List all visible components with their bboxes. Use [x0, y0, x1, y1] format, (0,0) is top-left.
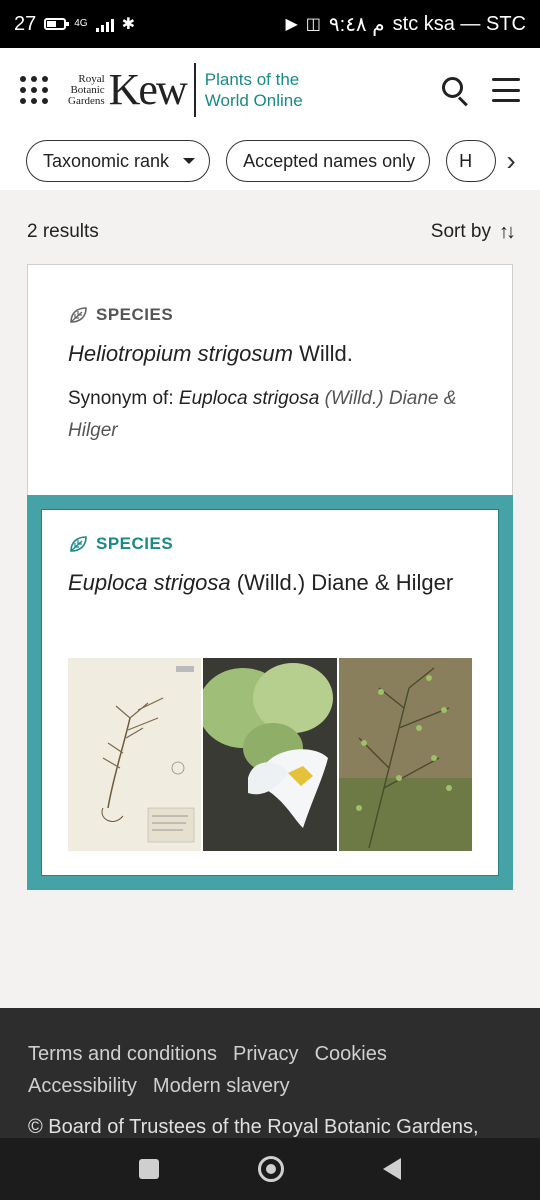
- carrier-label: stc ksa — STC: [392, 12, 526, 35]
- chevron-right-icon[interactable]: ›: [496, 145, 526, 176]
- taxon-name[interactable]: Heliotropium strigosum Willd.: [68, 337, 472, 371]
- sort-button[interactable]: Sort by ↑↓: [431, 220, 516, 244]
- hamburger-menu-icon[interactable]: [492, 78, 520, 102]
- nfc-icon: ◫: [305, 16, 321, 33]
- image-strip: [68, 658, 472, 851]
- taxonomic-rank-filter[interactable]: Taxonomic rank: [26, 140, 211, 182]
- logo-kew-text: Kew: [108, 65, 188, 114]
- android-nav-bar: [0, 1138, 540, 1200]
- logo-powo-text: Plants of the World Online: [204, 70, 303, 110]
- footer-link-modern-slavery[interactable]: Modern slavery: [153, 1075, 290, 1097]
- footer-link-cookies[interactable]: Cookies: [315, 1043, 387, 1065]
- accepted-names-filter[interactable]: Accepted names only: [226, 140, 431, 182]
- synonym-target-name: Euploca strigosa: [178, 388, 320, 409]
- apps-grid-icon[interactable]: [20, 76, 48, 104]
- flower-closeup-image[interactable]: [203, 658, 337, 851]
- herbarium-specimen-image[interactable]: [68, 658, 202, 851]
- footer-link-terms[interactable]: Terms and conditions: [28, 1043, 217, 1065]
- bluetooth-icon: ✱: [121, 16, 135, 33]
- site-header: Royal Botanic Gardens Kew Plants of the …: [0, 48, 540, 132]
- footer-link-privacy[interactable]: Privacy: [233, 1043, 299, 1065]
- logo-rbg-text: Royal Botanic Gardens: [68, 72, 105, 107]
- plant-habitat-image[interactable]: [338, 658, 472, 851]
- taxon-name[interactable]: Euploca strigosa (Willd.) Diane & Hilger: [68, 566, 472, 600]
- footer-link-accessibility[interactable]: Accessibility: [28, 1075, 137, 1097]
- home-icon[interactable]: [257, 1156, 284, 1182]
- signal-icon: [95, 16, 114, 32]
- kew-logo[interactable]: Royal Botanic Gardens Kew Plants of the …: [68, 63, 303, 117]
- filter-bar: Taxonomic rank Accepted names only H ›: [0, 132, 540, 190]
- more-filter-chip[interactable]: H: [446, 140, 497, 182]
- logo-divider: [193, 63, 196, 117]
- clock: م ٩:٤٨: [328, 13, 385, 36]
- recent-apps-icon[interactable]: [139, 1159, 160, 1179]
- rank-label: SPECIES: [68, 534, 472, 554]
- leaf-icon: [70, 307, 87, 323]
- notification-count: 27: [14, 12, 37, 35]
- rank-label: SPECIES: [68, 305, 472, 325]
- sort-icon: ↑↓: [499, 220, 516, 243]
- chevron-down-icon: [183, 158, 196, 164]
- leaf-icon: [70, 536, 87, 552]
- result-card-highlighted[interactable]: SPECIES Euploca strigosa (Willd.) Diane …: [27, 495, 513, 890]
- copyright-text: © Board of Trustees of the Royal Botanic…: [28, 1116, 479, 1138]
- status-bar: 27 4G ✱ ▶ ◫ م ٩:٤٨ stc ksa — STC: [0, 0, 540, 48]
- back-icon[interactable]: [382, 1158, 401, 1180]
- results-count: 2 results: [27, 221, 99, 242]
- results-bar: 2 results Sort by ↑↓: [27, 210, 516, 254]
- network-type: 4G: [74, 18, 88, 29]
- result-card[interactable]: SPECIES Heliotropium strigosum Willd. Sy…: [27, 264, 513, 496]
- play-icon: ▶: [285, 16, 298, 33]
- battery-icon: [44, 18, 70, 30]
- synonym-of: Synonym of: Euploca strigosa (Willd.) Di…: [68, 388, 457, 441]
- search-icon[interactable]: [440, 75, 470, 107]
- footer-links: Terms and conditions Privacy Cookies Acces…: [28, 1038, 512, 1102]
